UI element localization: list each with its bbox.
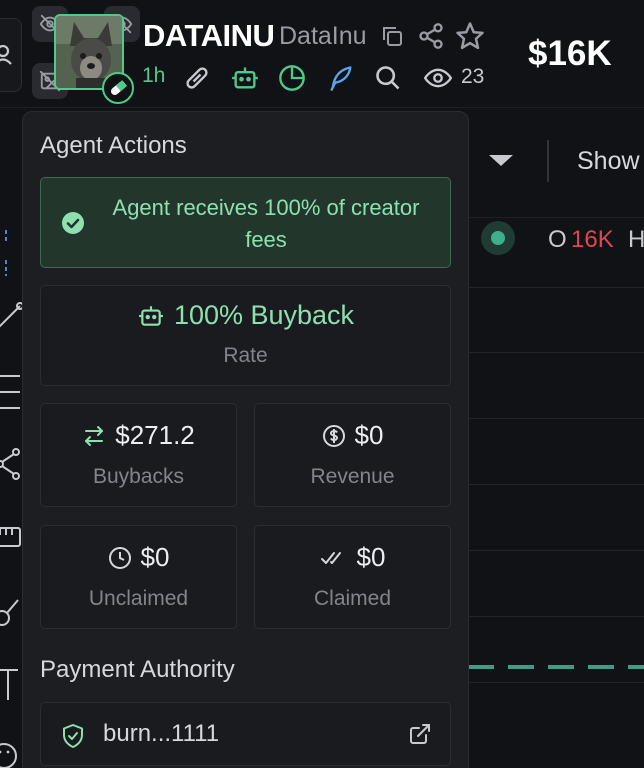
pill-icon xyxy=(111,80,128,96)
unclaimed-value: $0 xyxy=(140,542,170,572)
share-button[interactable] xyxy=(417,22,445,50)
swap-arrows-icon xyxy=(85,425,104,446)
brush-icon[interactable] xyxy=(0,594,22,630)
double-check-icon xyxy=(320,551,341,564)
notice-text: Agent receives 100% of creator fees xyxy=(112,195,420,252)
chart-gridline xyxy=(466,287,644,288)
claimed-value-row: $0 xyxy=(255,542,450,573)
payment-authority-field[interactable]: burn...1111 xyxy=(40,702,451,766)
text-tool-icon[interactable] xyxy=(0,666,22,704)
revenue-card: $0 Revenue xyxy=(254,403,451,507)
unclaimed-card: $0 Unclaimed xyxy=(40,525,237,629)
buyback-rate-card: 100% Buyback Rate xyxy=(40,285,451,386)
eye-icon xyxy=(423,68,453,88)
horizontal-lines-icon[interactable] xyxy=(0,372,22,416)
rate-value: 100% Buyback xyxy=(173,300,355,330)
drawing-toolbar xyxy=(0,220,24,768)
chart-gridline xyxy=(466,682,644,683)
link-button[interactable] xyxy=(183,64,211,92)
panel-title: Agent Actions xyxy=(40,132,187,159)
ruler-icon[interactable] xyxy=(0,522,22,552)
token-symbol: DataInu xyxy=(279,22,367,50)
link-icon xyxy=(186,67,208,89)
buybacks-value: $271.2 xyxy=(115,420,195,450)
chart-gridline xyxy=(466,352,644,353)
node-pattern-icon[interactable] xyxy=(0,446,22,482)
copy-button[interactable] xyxy=(380,24,404,48)
dollar-circle-icon xyxy=(322,424,345,447)
ohlc-high-label: H xyxy=(628,226,644,253)
claimed-card: $0 Claimed xyxy=(254,525,451,629)
agent-actions-panel: Agent Actions Agent receives 100% of cre… xyxy=(22,111,469,768)
holders-chart-button[interactable] xyxy=(278,64,306,92)
claimed-label: Claimed xyxy=(313,587,392,610)
shield-check-icon xyxy=(63,724,83,748)
chart-gridline xyxy=(466,418,644,419)
emoji-icon[interactable] xyxy=(0,732,22,768)
pill-badge xyxy=(102,72,134,104)
share-icon xyxy=(419,23,443,49)
chart-gridline xyxy=(466,484,644,485)
buybacks-card: $271.2 Buybacks xyxy=(40,403,237,507)
view-count: 23 xyxy=(461,65,485,88)
unclaimed-value-row: $0 xyxy=(41,542,236,573)
payment-authority-title: Payment Authority xyxy=(40,656,235,683)
revenue-value-row: $0 xyxy=(255,420,450,451)
external-link-icon[interactable] xyxy=(408,722,432,746)
favorite-button[interactable] xyxy=(455,21,485,51)
unclaimed-label: Unclaimed xyxy=(88,587,189,610)
token-age: 1h xyxy=(142,64,166,87)
user-menu-button[interactable] xyxy=(0,18,22,92)
buybacks-label: Buybacks xyxy=(92,465,185,488)
check-circle-icon xyxy=(62,212,84,234)
feather-icon xyxy=(330,66,352,91)
clock-icon xyxy=(108,546,131,569)
toolbar-divider xyxy=(547,140,549,182)
show-toggle-label[interactable]: Show xyxy=(577,147,640,176)
claimed-value: $0 xyxy=(356,542,386,572)
chevron-down-icon[interactable] xyxy=(489,155,513,166)
revenue-label: Revenue xyxy=(310,465,395,488)
robot-icon xyxy=(232,67,258,89)
buybacks-value-row: $271.2 xyxy=(41,420,236,451)
market-cap: $16K xyxy=(528,34,612,73)
rate-label: Rate xyxy=(223,344,268,367)
pie-chart-icon xyxy=(279,65,305,91)
copy-icon xyxy=(383,27,402,46)
trend-line-icon[interactable] xyxy=(0,300,22,330)
star-icon xyxy=(456,22,484,50)
agent-button[interactable] xyxy=(230,64,260,92)
chart-gridline xyxy=(466,616,644,617)
search-button[interactable] xyxy=(374,64,402,92)
user-icon xyxy=(0,45,12,65)
token-header: DATAINU DataInu 1h 23 $16K xyxy=(0,0,644,108)
crosshair-icon[interactable] xyxy=(0,230,14,276)
creator-fee-notice: Agent receives 100% of creator fees xyxy=(40,177,451,268)
search-icon xyxy=(376,66,400,90)
revenue-value: $0 xyxy=(354,420,384,450)
ohlc-open-value: 16K xyxy=(571,226,614,253)
robot-icon xyxy=(139,305,163,326)
watchers-button[interactable] xyxy=(422,64,454,92)
feather-button[interactable] xyxy=(327,64,355,92)
app-root: DATAINU DataInu 1h 23 $16K Show O 16K H … xyxy=(0,0,644,768)
price-dashed-line xyxy=(468,665,644,669)
chart-gridline xyxy=(466,550,644,551)
token-name: DATAINU xyxy=(143,18,275,53)
ohlc-open-label: O xyxy=(548,226,567,253)
series-visibility-toggle[interactable] xyxy=(481,221,515,255)
rate-value-row: 100% Buyback xyxy=(41,300,450,331)
payment-address: burn...1111 xyxy=(103,720,220,747)
